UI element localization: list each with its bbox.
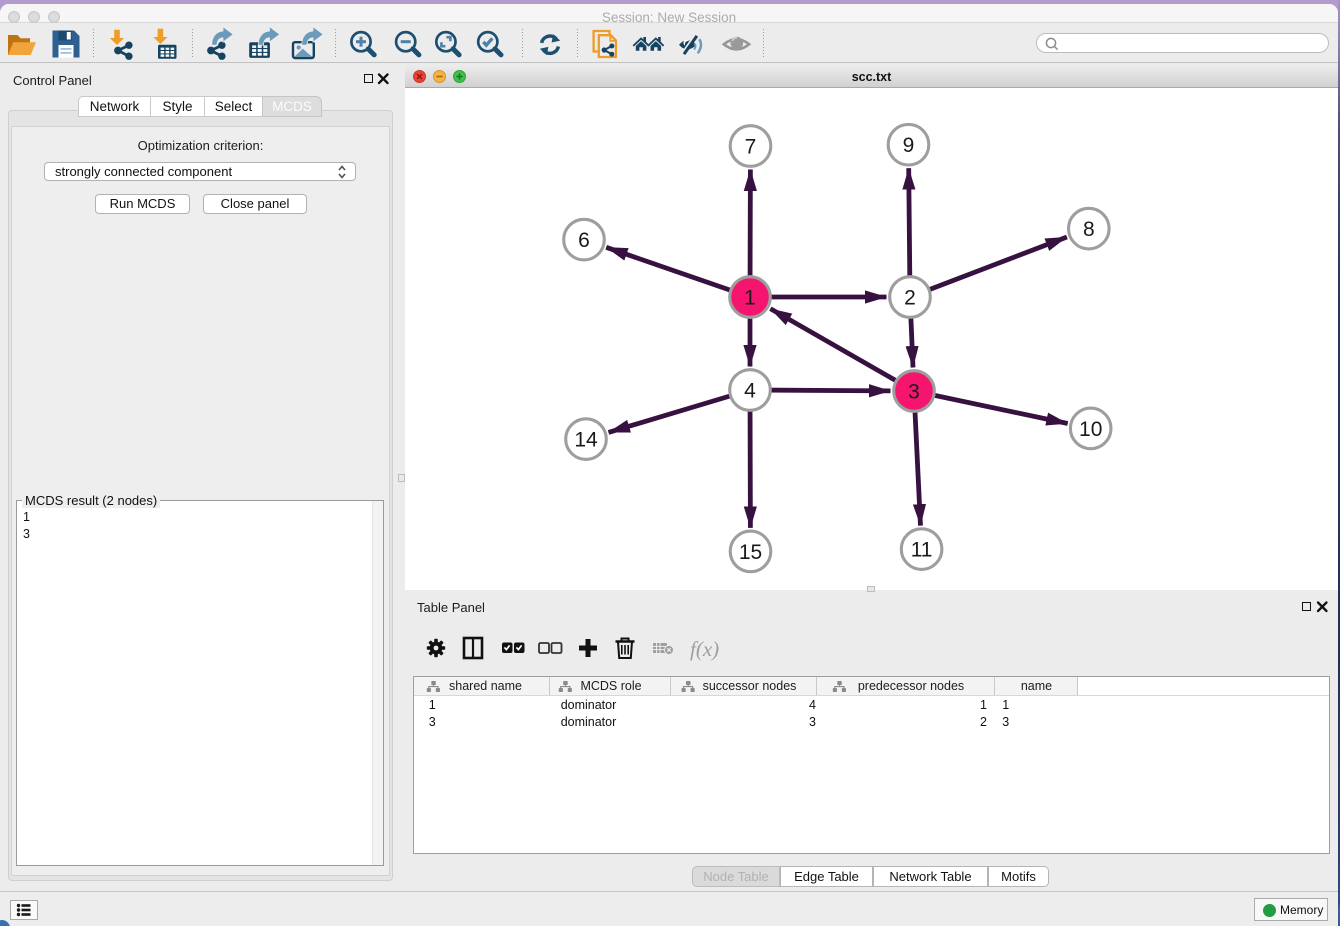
svg-text:10: 10 — [1079, 418, 1102, 441]
svg-text:4: 4 — [744, 379, 756, 402]
svg-text:11: 11 — [911, 539, 933, 562]
svg-text:6: 6 — [578, 229, 590, 252]
svg-text:2: 2 — [904, 286, 916, 309]
svg-text:7: 7 — [745, 135, 757, 158]
svg-text:f(x): f(x) — [690, 637, 719, 661]
svg-text:3: 3 — [908, 380, 920, 403]
svg-text:8: 8 — [1083, 218, 1095, 241]
svg-text:14: 14 — [574, 429, 598, 452]
svg-text:15: 15 — [739, 541, 762, 564]
svg-text:1: 1 — [744, 286, 756, 309]
svg-text:9: 9 — [903, 134, 915, 157]
